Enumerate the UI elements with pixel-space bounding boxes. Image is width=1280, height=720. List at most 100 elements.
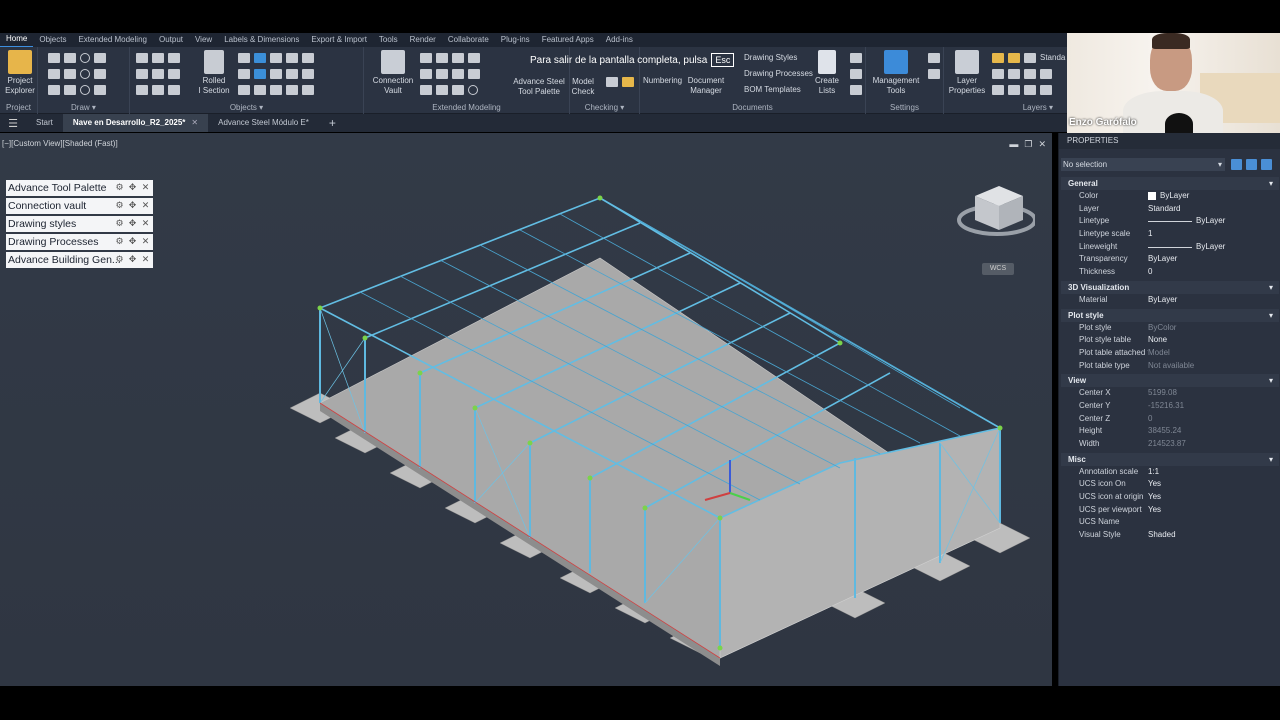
layer-sun-icon[interactable] [1008, 53, 1020, 63]
property-value[interactable]: 0 [1148, 413, 1279, 426]
hatch-icon[interactable] [94, 69, 106, 79]
property-row[interactable]: UCS icon On Yes [1061, 478, 1279, 491]
property-value[interactable]: None [1148, 334, 1279, 347]
tab-featured-apps[interactable]: Featured Apps [536, 33, 600, 47]
cut-icon[interactable] [270, 85, 282, 95]
close-tab-icon[interactable]: ✕ [191, 118, 198, 127]
layer-properties-button[interactable]: Layer Properties [948, 50, 986, 96]
property-value[interactable]: Yes [1148, 504, 1279, 517]
property-row[interactable]: Center Y -15216.31 [1061, 400, 1279, 413]
layer-tool-d-icon[interactable] [1040, 69, 1052, 79]
plate-icon[interactable] [152, 53, 164, 63]
property-value[interactable]: 38455.24 [1148, 425, 1279, 438]
property-value[interactable]: 5199.08 [1148, 387, 1279, 400]
property-row[interactable]: Center X 5199.08 [1061, 387, 1279, 400]
numbering-button[interactable]: Numbering [643, 76, 682, 85]
move-icon[interactable]: ✥ [127, 200, 138, 211]
select-objects-icon[interactable] [1246, 159, 1257, 170]
management-tools-button[interactable]: Management Tools [868, 50, 924, 96]
settings-icon[interactable]: ⚙ [114, 254, 125, 265]
purlin-icon[interactable] [238, 53, 250, 63]
grating-icon[interactable] [136, 85, 148, 95]
bolt-icon[interactable] [136, 69, 148, 79]
railing-icon[interactable] [168, 85, 180, 95]
tab-extended-modeling[interactable]: Extended Modeling [72, 33, 153, 47]
property-value[interactable]: ByLayer [1148, 241, 1279, 254]
project-explorer-button[interactable]: Project Explorer [4, 50, 36, 96]
stair-icon[interactable] [152, 85, 164, 95]
property-value[interactable] [1148, 516, 1279, 529]
property-row[interactable]: UCS per viewport Yes [1061, 504, 1279, 517]
palette-advance-tool-palette[interactable]: Advance Tool Palette ⚙ ✥ ✕ [6, 180, 153, 196]
tab-tools[interactable]: Tools [373, 33, 404, 47]
close-icon[interactable]: ✕ [140, 218, 151, 229]
tab-export-import[interactable]: Export & Import [305, 33, 373, 47]
settings-icon[interactable]: ⚙ [114, 200, 125, 211]
frame-icon[interactable] [254, 53, 266, 63]
property-row[interactable]: Thickness 0 [1061, 266, 1279, 279]
palette-advance-building-gen[interactable]: Advance Building Gen... ⚙ ✥ ✕ [6, 252, 153, 268]
portal-icon[interactable] [436, 53, 448, 63]
beam-tool-icon[interactable] [436, 69, 448, 79]
polyline-icon[interactable] [48, 53, 60, 63]
property-row[interactable]: Layer Standard [1061, 203, 1279, 216]
steel-building-model[interactable] [280, 188, 1040, 668]
property-row[interactable]: Visual Style Shaded [1061, 529, 1279, 542]
group-title-layers[interactable]: Layers ▾ [944, 103, 1067, 112]
property-value[interactable]: 214523.87 [1148, 438, 1279, 451]
column-icon[interactable] [168, 53, 180, 63]
property-value[interactable]: Yes [1148, 491, 1279, 504]
check-tool-icon[interactable] [606, 77, 618, 87]
folded-plate-icon[interactable] [254, 69, 266, 79]
compound-icon[interactable] [286, 69, 298, 79]
tab-render[interactable]: Render [404, 33, 442, 47]
z-section-icon[interactable] [436, 85, 448, 95]
group-title-checking[interactable]: Checking ▾ [570, 103, 639, 112]
property-value[interactable]: 1:1 [1148, 466, 1279, 479]
property-row[interactable]: Lineweight ByLayer [1061, 241, 1279, 254]
settings-tool-3-icon[interactable] [850, 85, 862, 95]
ladder-icon[interactable] [420, 85, 432, 95]
mesh-icon[interactable] [302, 69, 314, 79]
layout-icon[interactable] [468, 69, 480, 79]
document-manager-button[interactable]: Document Manager [686, 76, 726, 96]
tab-start[interactable]: Start [26, 114, 63, 132]
tab-objects[interactable]: Objects [33, 33, 72, 47]
settings-icon[interactable]: ⚙ [114, 218, 125, 229]
move-icon[interactable]: ✥ [127, 254, 138, 265]
layer-tool-h-icon[interactable] [1040, 85, 1052, 95]
house-icon[interactable] [452, 53, 464, 63]
layer-dropdown[interactable]: Standa [1040, 53, 1065, 63]
settings-icon[interactable]: ⚙ [114, 182, 125, 193]
advance-steel-tool-palette-button[interactable]: Advance Steel Tool Palette [510, 77, 568, 97]
close-icon[interactable]: ✕ [140, 182, 151, 193]
split-icon[interactable] [286, 85, 298, 95]
palette-connection-vault[interactable]: Connection vault ⚙ ✥ ✕ [6, 198, 153, 214]
section-misc[interactable]: Misc ▾ [1061, 452, 1279, 466]
property-value[interactable]: ByLayer [1148, 294, 1279, 307]
tab-collaborate[interactable]: Collaborate [442, 33, 495, 47]
property-value[interactable]: Model [1148, 347, 1279, 360]
layer-tool-a-icon[interactable] [992, 69, 1004, 79]
cold-rolled-icon[interactable] [270, 69, 282, 79]
palette-drawing-styles[interactable]: Drawing styles ⚙ ✥ ✕ [6, 216, 153, 232]
property-value[interactable]: Not available [1148, 360, 1279, 373]
gradient-icon[interactable] [94, 85, 106, 95]
group-title-draw[interactable]: Draw ▾ [38, 103, 129, 112]
close-icon[interactable]: ✕ [140, 200, 151, 211]
minimize-icon[interactable]: ▬ [1009, 139, 1018, 150]
connection-vault-button[interactable]: Connection Vault [370, 50, 416, 96]
property-row[interactable]: Linetype scale 1 [1061, 228, 1279, 241]
drawing-processes-button[interactable]: Drawing Processes [744, 69, 813, 78]
property-value[interactable]: 0 [1148, 266, 1279, 279]
layer-tool-e-icon[interactable] [992, 85, 1004, 95]
group-title-objects[interactable]: Objects ▾ [130, 103, 363, 112]
property-row[interactable]: UCS Name [1061, 516, 1279, 529]
move-icon[interactable]: ✥ [127, 218, 138, 229]
shear-stud-icon[interactable] [238, 85, 250, 95]
building-icon[interactable] [452, 69, 464, 79]
property-row[interactable]: Material ByLayer [1061, 294, 1279, 307]
bom-templates-button[interactable]: BOM Templates [744, 85, 801, 94]
property-value[interactable]: ByLayer [1148, 215, 1279, 228]
settings-tool-5-icon[interactable] [928, 69, 940, 79]
